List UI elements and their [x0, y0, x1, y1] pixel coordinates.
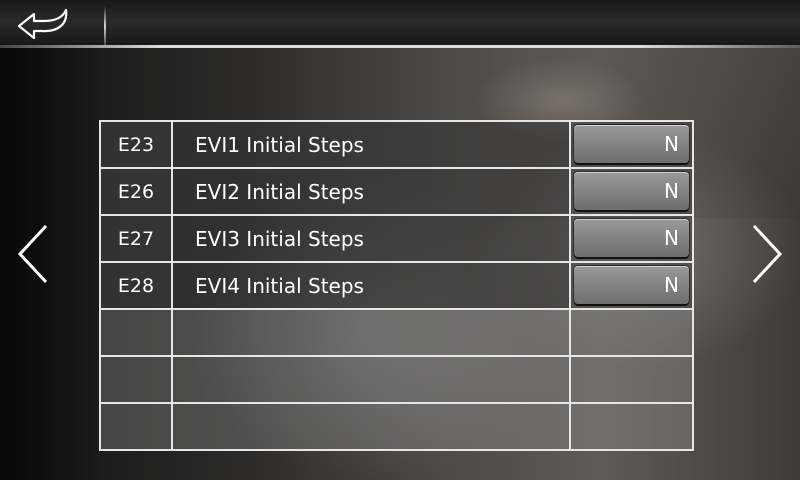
top-bar-line — [0, 45, 800, 48]
parameter-name-label: EVI4 Initial Steps — [195, 273, 364, 298]
chevron-left-icon — [17, 224, 48, 284]
parameter-value-cell: N — [569, 214, 694, 263]
parameter-name-label: EVI1 Initial Steps — [195, 132, 364, 157]
parameter-value-button[interactable]: N — [574, 172, 689, 210]
parameter-code: E28 — [99, 261, 173, 310]
parameter-name-label: EVI2 Initial Steps — [195, 179, 364, 204]
parameter-name: EVI3 Initial Steps — [171, 214, 571, 263]
parameter-name: EVI2 Initial Steps — [171, 167, 571, 216]
table-row: E26 EVI2 Initial Steps N — [99, 167, 694, 216]
empty-cell — [569, 402, 694, 451]
top-bar — [0, 0, 800, 48]
empty-cell — [171, 308, 571, 357]
parameter-code: E26 — [99, 167, 173, 216]
top-bar-divider — [104, 6, 106, 46]
parameter-value-button[interactable]: N — [574, 219, 689, 257]
parameter-name: EVI1 Initial Steps — [171, 120, 571, 169]
empty-table-row — [99, 308, 694, 357]
empty-cell — [171, 402, 571, 451]
chevron-right-icon — [752, 224, 783, 284]
empty-table-row — [99, 402, 694, 451]
empty-cell — [569, 308, 694, 357]
back-button[interactable] — [14, 4, 72, 44]
back-arrow-icon — [17, 8, 68, 40]
parameter-value-cell: N — [569, 120, 694, 169]
table-row: E28 EVI4 Initial Steps N — [99, 261, 694, 310]
empty-cell — [99, 355, 173, 404]
previous-page-button[interactable] — [14, 222, 54, 286]
empty-cell — [171, 355, 571, 404]
parameter-value-cell: N — [569, 167, 694, 216]
parameter-value-cell: N — [569, 261, 694, 310]
parameter-code: E27 — [99, 214, 173, 263]
empty-table-row — [99, 355, 694, 404]
table-row: E23 EVI1 Initial Steps N — [99, 120, 694, 169]
parameter-value-button[interactable]: N — [574, 125, 689, 163]
parameter-table: E23 EVI1 Initial Steps N E26 EVI2 Initia… — [99, 120, 694, 451]
empty-cell — [99, 308, 173, 357]
next-page-button[interactable] — [746, 222, 786, 286]
parameter-name: EVI4 Initial Steps — [171, 261, 571, 310]
parameter-value-button[interactable]: N — [574, 266, 689, 304]
parameter-name-label: EVI3 Initial Steps — [195, 226, 364, 251]
empty-cell — [569, 355, 694, 404]
parameter-code: E23 — [99, 120, 173, 169]
empty-cell — [99, 402, 173, 451]
table-row: E27 EVI3 Initial Steps N — [99, 214, 694, 263]
